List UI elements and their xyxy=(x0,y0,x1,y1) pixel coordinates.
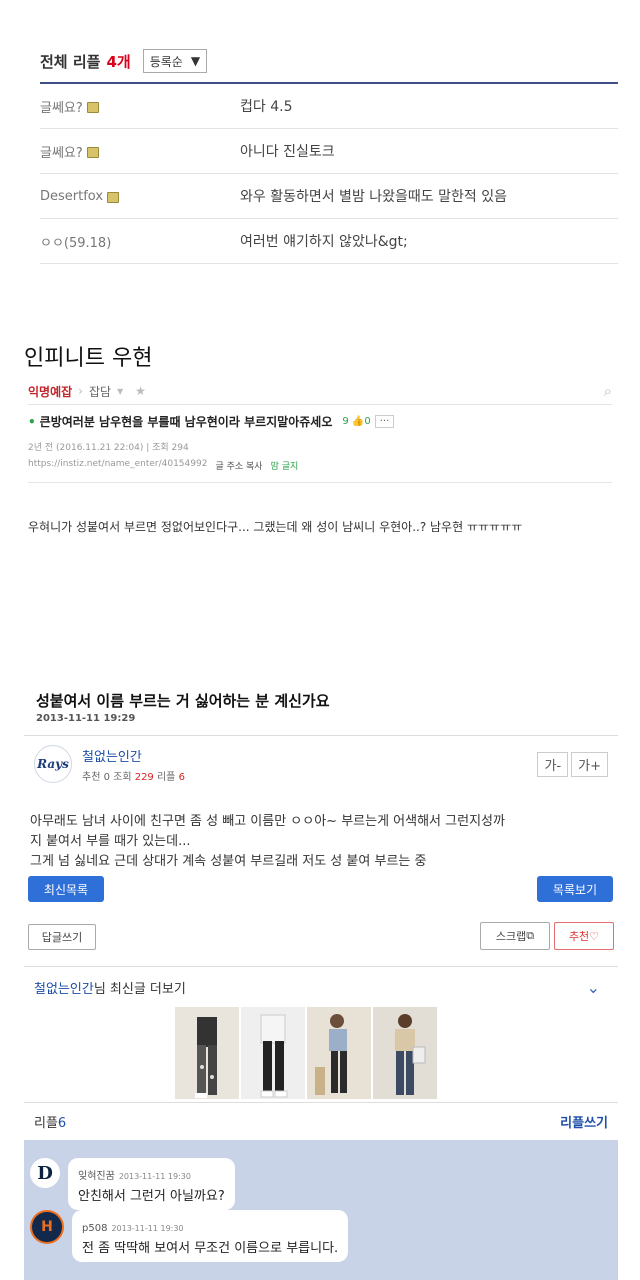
avatar[interactable]: H xyxy=(30,1210,64,1244)
sort-label: 등록순 xyxy=(149,54,183,69)
reply-nick[interactable]: 글쎄요? xyxy=(40,97,83,116)
bullet-icon: • xyxy=(28,414,36,429)
comment-nick[interactable]: p508 xyxy=(82,1223,107,1234)
reply-nick[interactable]: ㅇㅇ(59.18) xyxy=(40,232,111,251)
lock-icon xyxy=(86,101,99,113)
reply-row: ㅇㅇ(59.18) 여러번 얘기하지 않았나&gt; xyxy=(40,219,618,264)
reply-count: 4개 xyxy=(106,52,131,71)
rules-link[interactable]: 맘 글지 xyxy=(271,459,299,472)
post-title: 성붙여서 이름 부르는 거 싫어하는 분 계신가요 xyxy=(36,692,330,710)
avatar[interactable]: Rays xyxy=(34,745,72,783)
search-icon[interactable]: ⌕ xyxy=(604,382,612,400)
post-date: 2013-11-11 19:29 xyxy=(36,713,136,724)
thumbnail-strip xyxy=(175,1007,437,1099)
reply-label: 리플6 xyxy=(34,1115,67,1131)
comment-time: 2013-11-11 19:30 xyxy=(111,1224,184,1233)
chevron-down-icon[interactable]: ⌄ xyxy=(587,978,600,997)
view-count: 229 xyxy=(134,771,154,783)
post-url-row: https://instiz.net/name_enter/40154992 글… xyxy=(28,459,612,472)
reply-list-header: 전체 리플 4개 등록순 ▼ xyxy=(40,40,618,84)
lock-icon xyxy=(86,146,99,158)
font-decrease-button[interactable]: 가- xyxy=(537,751,569,777)
author-info: 철없는인간 추천 0 조회 229 리플 6 xyxy=(82,746,185,783)
comment-item: D 잊혀진꿈 2013-11-11 19:30 안친해서 그런거 아닐까요? xyxy=(30,1158,235,1210)
chevron-right-icon: › xyxy=(78,384,83,398)
thumbnail[interactable] xyxy=(307,1007,371,1099)
dropdown-icon[interactable]: ▾ xyxy=(117,384,123,398)
post-title[interactable]: 큰방여러분 남우현을 부를때 남우현이라 부르지말아쥬세오 xyxy=(40,413,333,430)
author-link[interactable]: 철없는인간 xyxy=(34,978,94,997)
reply-text: 컵다 4.5 xyxy=(240,99,293,115)
reply-text: 아니다 진실토크 xyxy=(240,144,335,160)
comment-time: 2013-11-11 19:30 xyxy=(118,1172,191,1181)
section-heading: 인피니트 우현 xyxy=(24,346,153,371)
star-icon[interactable]: ★ xyxy=(135,384,146,398)
recommend-button[interactable]: 추천♡ xyxy=(554,922,614,950)
category-label[interactable]: 잡담 xyxy=(89,383,111,400)
reply-text: 와우 활동하면서 별밤 나왔을때도 말한적 있음 xyxy=(240,189,507,205)
author-name[interactable]: 철없는인간 xyxy=(82,746,185,765)
reply-row: Desertfox 와우 활동하면서 별밤 나왔을때도 말한적 있음 xyxy=(40,174,618,219)
copy-url-button[interactable]: 글 주소 복사 xyxy=(215,459,262,472)
avatar[interactable]: D xyxy=(30,1158,60,1188)
view-list-button[interactable]: 목록보기 xyxy=(537,876,613,902)
comment-text: 안친해서 그런거 아닐까요? xyxy=(78,1189,225,1204)
comment-nick[interactable]: 잊혀진꿈 xyxy=(78,1171,115,1182)
post-title-row: • 큰방여러분 남우현을 부를때 남우현이라 부르지말아쥬세오 9 👍0 ··· xyxy=(28,413,612,430)
more-button[interactable]: ··· xyxy=(374,415,395,428)
comment-area: D 잊혀진꿈 2013-11-11 19:30 안친해서 그런거 아닐까요? H … xyxy=(24,1140,618,1280)
post-url: https://instiz.net/name_enter/40154992 xyxy=(28,459,208,469)
post-body: 우혀니가 성붙여서 부르면 정없어보인다구... 그랬는데 왜 성이 남씨니 우… xyxy=(28,520,523,534)
write-reply-link[interactable]: 리플쓰기 xyxy=(560,1112,608,1131)
reply-nick[interactable]: 글쎄요? xyxy=(40,142,83,161)
board-nav: 익명예잡 › 잡담 ▾ ★ ⌕ xyxy=(28,378,612,405)
author-bar: Rays 철없는인간 추천 0 조회 229 리플 6 가- 가+ xyxy=(24,735,618,792)
comment-text: 전 좀 딱딱해 보여서 무조건 이름으로 부릅니다. xyxy=(82,1241,339,1256)
author-more-posts[interactable]: 철없는인간 님 최신글 더보기 ⌄ xyxy=(24,966,618,1007)
board-name[interactable]: 익명예잡 xyxy=(28,383,72,400)
reply-row: 글쎄요? 아니다 진실토크 xyxy=(40,129,618,174)
more-posts-label: 님 최신글 더보기 xyxy=(93,981,186,997)
thumbnail[interactable] xyxy=(373,1007,437,1099)
thumbnail[interactable] xyxy=(241,1007,305,1099)
comment-item: H p508 2013-11-11 19:30 전 좀 딱딱해 보여서 무조건 이… xyxy=(30,1210,349,1262)
reply-text: 여러번 얘기하지 않았나&gt; xyxy=(240,234,408,250)
lock-icon xyxy=(107,191,120,203)
font-increase-button[interactable]: 가+ xyxy=(571,751,608,777)
reply-list-title: 전체 리플 xyxy=(40,52,101,71)
latest-list-button[interactable]: 최신목록 xyxy=(28,876,104,902)
divider xyxy=(28,482,612,483)
reply-nick[interactable]: Desertfox xyxy=(40,189,103,204)
reply-header: 리플6 리플쓰기 xyxy=(24,1102,618,1139)
comment-bubble: 잊혀진꿈 2013-11-11 19:30 안친해서 그런거 아닐까요? xyxy=(68,1158,235,1210)
reply-count: 6 xyxy=(178,771,185,783)
font-size-controls: 가- 가+ xyxy=(537,751,608,777)
reply-list-panel: 전체 리플 4개 등록순 ▼ 글쎄요? 컵다 4.5 글쎄요? 아니다 진실토크… xyxy=(40,40,618,264)
forum-post-card: 익명예잡 › 잡담 ▾ ★ ⌕ • 큰방여러분 남우현을 부를때 남우현이라 부… xyxy=(28,378,612,483)
scrap-button[interactable]: 스크랩 ⧉ xyxy=(480,922,550,950)
copy-icon: ⧉ xyxy=(526,929,535,942)
comment-bubble: p508 2013-11-11 19:30 전 좀 딱딱해 보여서 무조건 이름으… xyxy=(72,1210,349,1262)
write-reply-button[interactable]: 답글쓰기 xyxy=(28,924,96,950)
comment-like-count: 9 👍0 xyxy=(342,416,371,427)
post-body: 아무래도 남녀 사이에 친구면 좀 성 빼고 이름만 ㅇㅇ아~ 부르는게 어색해… xyxy=(30,814,505,869)
thumbnail[interactable] xyxy=(175,1007,239,1099)
sort-select[interactable]: 등록순 ▼ xyxy=(142,49,208,73)
post-meta: 2년 전 (2016.11.21 22:04) | 조회 294 xyxy=(28,443,189,453)
caret-down-icon: ▼ xyxy=(190,54,201,68)
reply-row: 글쎄요? 컵다 4.5 xyxy=(40,84,618,129)
post-stats: 추천 0 조회 229 리플 6 xyxy=(82,771,185,783)
